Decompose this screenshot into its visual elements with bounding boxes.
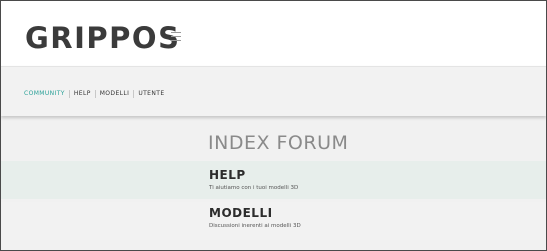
forum-description: Discussioni inerenti ai modelli 3D	[209, 223, 301, 229]
site-logo[interactable]: GRIPPOS	[25, 21, 180, 55]
page-frame: GRIPPOS COMMUNITY HELP MODELLI UTENTE IN…	[0, 0, 547, 251]
main-nav: COMMUNITY HELP MODELLI UTENTE	[1, 66, 546, 116]
nav-item-help[interactable]: HELP	[68, 90, 95, 98]
forum-description: Ti aiutiamo con i tuoi modelli 3D	[209, 185, 299, 191]
menu-icon[interactable]	[171, 32, 181, 41]
nav-item-modelli[interactable]: MODELLI	[94, 90, 134, 98]
nav-item-community[interactable]: COMMUNITY	[24, 90, 69, 98]
forum-title[interactable]: MODELLI	[209, 206, 273, 220]
page-title: INDEX FORUM	[208, 132, 349, 154]
nav-item-utente[interactable]: UTENTE	[133, 90, 168, 98]
site-header: GRIPPOS	[1, 1, 546, 66]
forum-title[interactable]: HELP	[209, 168, 246, 182]
forum-row-help[interactable]: HELP Ti aiutiamo con i tuoi modelli 3D	[1, 161, 546, 199]
forum-row-modelli[interactable]: MODELLI Discussioni inerenti ai modelli …	[1, 202, 546, 240]
